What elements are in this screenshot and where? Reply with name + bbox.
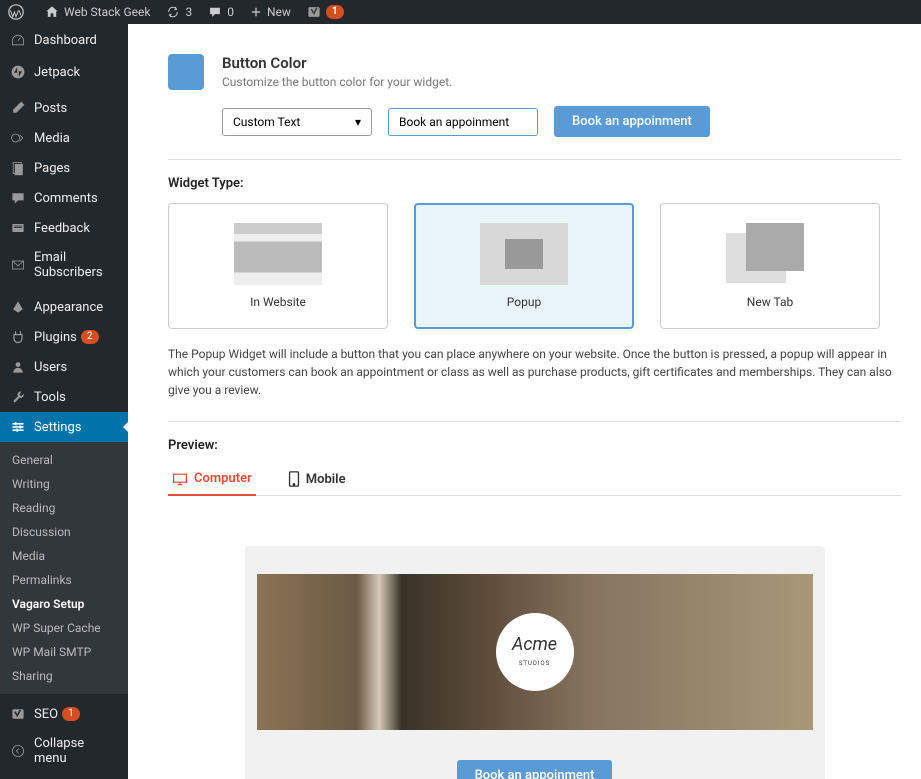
hero-logo: AcmeSTUDIOS	[496, 613, 574, 691]
preview-book-button[interactable]: Book an appoinment	[457, 760, 613, 779]
sub-mail-smtp[interactable]: WP Mail SMTP	[0, 640, 128, 664]
select-value: Custom Text	[233, 115, 300, 129]
tab-computer[interactable]: Computer	[168, 465, 256, 496]
chevron-down-icon: ▾	[355, 115, 361, 129]
sidebar-pages[interactable]: Pages	[0, 153, 128, 183]
sidebar-jetpack[interactable]: Jetpack	[0, 56, 128, 88]
sidebar-feedback[interactable]: Feedback	[0, 213, 128, 243]
main-content: Button Color Customize the button color …	[128, 24, 921, 779]
wp-logo[interactable]	[8, 4, 29, 20]
updates[interactable]: 3	[166, 5, 192, 19]
new-label: New	[267, 5, 291, 19]
updates-count: 3	[185, 5, 192, 19]
plugins-count: 2	[81, 330, 99, 344]
tab-mobile[interactable]: Mobile	[284, 465, 350, 495]
button-text-input[interactable]	[388, 108, 538, 136]
widget-type-label: Widget Type:	[168, 176, 901, 191]
sub-discussion[interactable]: Discussion	[0, 520, 128, 544]
sidebar-posts[interactable]: Posts	[0, 93, 128, 123]
sidebar-plugins[interactable]: Plugins2	[0, 322, 128, 352]
sidebar-settings[interactable]: Settings	[0, 412, 128, 442]
site-name[interactable]: Web Stack Geek	[45, 5, 150, 19]
thumb-newtab	[726, 223, 814, 285]
phone-icon	[288, 471, 300, 487]
sidebar-email-subs[interactable]: Email Subscribers	[0, 243, 128, 287]
thumb-popup	[480, 223, 568, 285]
collapse-menu[interactable]: Collapse menu	[0, 729, 128, 773]
sidebar-dashboard[interactable]: Dashboard	[0, 24, 128, 56]
book-button[interactable]: Book an appoinment	[554, 106, 710, 137]
preview-label: Preview:	[168, 438, 901, 453]
widget-description: The Popup Widget will include a button t…	[168, 345, 901, 399]
comments-count: 0	[227, 5, 234, 19]
sidebar-media[interactable]: Media	[0, 123, 128, 153]
sidebar-users[interactable]: Users	[0, 352, 128, 382]
sidebar-seo[interactable]: SEO1	[0, 699, 128, 729]
sub-sharing[interactable]: Sharing	[0, 664, 128, 688]
sidebar-appearance[interactable]: Appearance	[0, 292, 128, 322]
admin-sidebar: Dashboard Jetpack Posts Media Pages Comm…	[0, 24, 128, 779]
sub-super-cache[interactable]: WP Super Cache	[0, 616, 128, 640]
monitor-icon	[172, 472, 188, 486]
sub-media[interactable]: Media	[0, 544, 128, 568]
widget-type-inwebsite[interactable]: In Website	[168, 203, 388, 329]
sub-permalinks[interactable]: Permalinks	[0, 568, 128, 592]
sub-writing[interactable]: Writing	[0, 472, 128, 496]
sub-reading[interactable]: Reading	[0, 496, 128, 520]
widget-type-newtab[interactable]: New Tab	[660, 203, 880, 329]
hero-image: AcmeSTUDIOS	[257, 574, 813, 730]
site-name-text: Web Stack Geek	[64, 5, 150, 19]
admin-bar: Web Stack Geek 3 0 New 1	[0, 0, 921, 24]
custom-text-select[interactable]: Custom Text ▾	[222, 108, 372, 136]
yoast[interactable]: 1	[307, 5, 344, 19]
settings-submenu: General Writing Reading Discussion Media…	[0, 442, 128, 694]
color-swatch[interactable]	[168, 54, 204, 90]
sub-vagaro[interactable]: Vagaro Setup	[0, 592, 128, 616]
new-content[interactable]: New	[250, 5, 291, 19]
sidebar-tools[interactable]: Tools	[0, 382, 128, 412]
sidebar-comments[interactable]: Comments	[0, 183, 128, 213]
section-title: Button Color	[222, 54, 452, 72]
seo-count: 1	[62, 707, 80, 721]
sub-general[interactable]: General	[0, 448, 128, 472]
yoast-count: 1	[326, 5, 344, 19]
section-subtitle: Customize the button color for your widg…	[222, 75, 452, 89]
thumb-inwebsite	[234, 223, 322, 285]
preview-frame: AcmeSTUDIOS Book an appoinment	[245, 546, 825, 779]
widget-type-popup[interactable]: Popup	[414, 203, 634, 329]
comments[interactable]: 0	[208, 5, 234, 19]
